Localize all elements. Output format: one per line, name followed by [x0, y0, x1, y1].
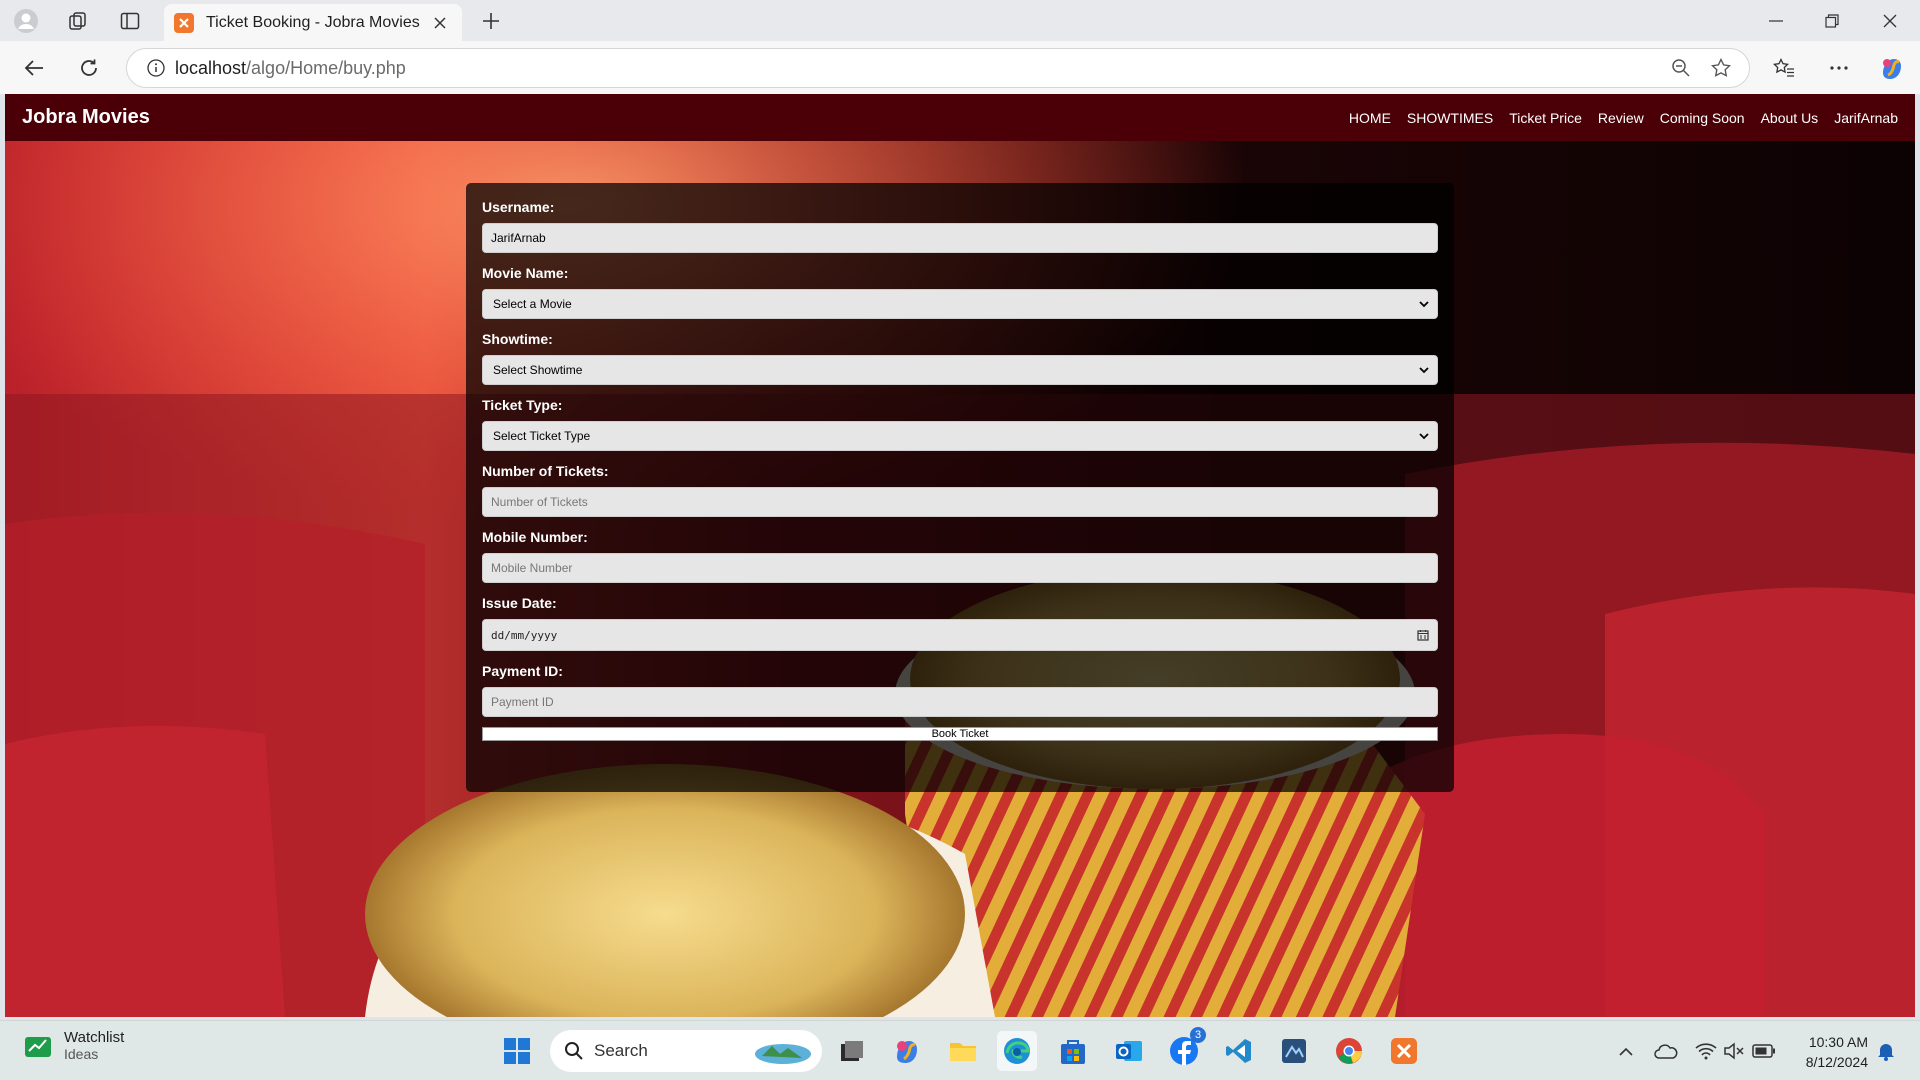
outlook-icon[interactable]	[1109, 1031, 1149, 1071]
number-of-tickets-label: Number of Tickets:	[482, 463, 609, 479]
search-highlight-image	[752, 1036, 814, 1066]
onedrive-icon[interactable]	[1652, 1037, 1680, 1065]
chrome-icon[interactable]	[1329, 1031, 1369, 1071]
nav-ticket-price[interactable]: Ticket Price	[1509, 110, 1582, 126]
showtime-label: Showtime:	[482, 331, 553, 347]
ticket-type-select-value: Select Ticket Type	[493, 429, 591, 443]
show-hidden-icons-chevron-icon[interactable]	[1612, 1037, 1640, 1065]
movie-select-value: Select a Movie	[493, 297, 572, 311]
issue-date-input[interactable]: dd/mm/yyyy	[482, 619, 1438, 651]
browser-tab-bar: Ticket Booking - Jobra Movies	[0, 0, 1920, 41]
taskbar: Watchlist Ideas Search 3 10:30 AM 8/12/2…	[0, 1020, 1920, 1080]
search-label: Search	[594, 1041, 648, 1060]
edge-browser-icon[interactable]	[997, 1031, 1037, 1071]
xampp-icon[interactable]	[1384, 1031, 1424, 1071]
facebook-icon[interactable]: 3	[1164, 1027, 1206, 1071]
url-path: /algo/Home/buy.php	[246, 57, 406, 78]
site-info-icon[interactable]	[147, 59, 165, 77]
taskbar-search[interactable]: Search	[550, 1030, 822, 1072]
close-window-icon[interactable]	[1862, 0, 1918, 41]
ticket-type-label: Ticket Type:	[482, 397, 563, 413]
vscode-icon[interactable]	[1219, 1031, 1259, 1071]
nav-home[interactable]: HOME	[1349, 110, 1391, 126]
url-text[interactable]: localhost/algo/Home/buy.php	[175, 58, 1671, 79]
nav-showtimes[interactable]: SHOWTIMES	[1407, 110, 1493, 126]
showtime-select[interactable]: Select Showtime	[482, 355, 1438, 385]
workspaces-icon[interactable]	[58, 6, 98, 36]
widget-subtitle: Ideas	[64, 1046, 99, 1062]
xampp-favicon-icon	[174, 12, 194, 33]
volume-muted-icon[interactable]	[1720, 1037, 1748, 1065]
ticket-type-select[interactable]: Select Ticket Type	[482, 421, 1438, 451]
favorites-icon[interactable]	[1766, 50, 1802, 86]
nav-user-account[interactable]: JarifArnab	[1834, 110, 1898, 126]
file-explorer-icon[interactable]	[943, 1031, 983, 1071]
movie-select[interactable]: Select a Movie	[482, 289, 1438, 319]
site-nav-links: HOME SHOWTIMES Ticket Price Review Comin…	[1349, 110, 1898, 126]
mobile-number-label: Mobile Number:	[482, 529, 588, 545]
number-of-tickets-input[interactable]: Number of Tickets	[482, 487, 1438, 517]
new-tab-icon[interactable]	[474, 6, 508, 36]
zoom-out-icon[interactable]	[1671, 58, 1691, 78]
back-icon[interactable]	[16, 50, 52, 86]
copilot-icon[interactable]	[1874, 50, 1910, 86]
database-app-icon[interactable]	[1274, 1031, 1314, 1071]
task-view-icon[interactable]	[832, 1031, 872, 1071]
issue-date-label: Issue Date:	[482, 595, 557, 611]
close-tab-icon[interactable]	[428, 11, 452, 35]
chevron-down-icon	[1419, 366, 1429, 374]
calendar-icon[interactable]	[1417, 629, 1429, 641]
browser-toolbar: localhost/algo/Home/buy.php	[0, 41, 1920, 94]
microsoft-store-icon[interactable]	[1053, 1031, 1093, 1071]
system-clock[interactable]: 10:30 AM 8/12/2024	[1780, 1032, 1868, 1072]
notifications-bell-icon[interactable]	[1872, 1037, 1900, 1065]
url-host: localhost	[175, 57, 247, 78]
chevron-down-icon	[1419, 432, 1429, 440]
brand-logo[interactable]: Jobra Movies	[22, 106, 150, 129]
address-bar[interactable]: localhost/algo/Home/buy.php	[126, 48, 1750, 88]
battery-icon[interactable]	[1750, 1037, 1778, 1065]
movie-name-label: Movie Name:	[482, 265, 569, 281]
clock-time: 10:30 AM	[1808, 1034, 1868, 1050]
book-ticket-button[interactable]: Book Ticket	[482, 727, 1438, 741]
copilot-taskbar-icon[interactable]	[887, 1031, 927, 1071]
minimize-icon[interactable]	[1748, 0, 1804, 41]
watchlist-widget[interactable]: Watchlist Ideas	[24, 1029, 124, 1062]
profile-icon[interactable]	[6, 6, 46, 36]
nav-coming-soon[interactable]: Coming Soon	[1660, 110, 1745, 126]
favorite-star-icon[interactable]	[1711, 58, 1731, 78]
issue-date-placeholder: dd/mm/yyyy	[491, 628, 558, 642]
mobile-number-input[interactable]: Mobile Number	[482, 553, 1438, 583]
restore-icon[interactable]	[1804, 0, 1860, 41]
refresh-icon[interactable]	[71, 50, 107, 86]
payment-id-label: Payment ID:	[482, 663, 563, 679]
clock-date: 8/12/2024	[1805, 1054, 1868, 1070]
vertical-tabs-icon[interactable]	[110, 6, 150, 36]
showtime-select-value: Select Showtime	[493, 363, 583, 377]
windows-start-icon[interactable]	[497, 1031, 537, 1071]
ticket-booking-form: Username: JarifArnab Movie Name: Select …	[466, 183, 1454, 792]
active-tab[interactable]: Ticket Booking - Jobra Movies	[164, 4, 462, 41]
nav-about-us[interactable]: About Us	[1761, 110, 1819, 126]
more-menu-icon[interactable]	[1821, 50, 1857, 86]
search-icon	[564, 1041, 584, 1061]
nav-review[interactable]: Review	[1598, 110, 1644, 126]
username-label: Username:	[482, 199, 555, 215]
chevron-down-icon	[1419, 300, 1429, 308]
username-field[interactable]: JarifArnab	[482, 223, 1438, 253]
stocks-widget-icon	[24, 1034, 52, 1058]
wifi-icon[interactable]	[1692, 1037, 1720, 1065]
payment-id-input[interactable]: Payment ID	[482, 687, 1438, 717]
web-page: Jobra Movies HOME SHOWTIMES Ticket Price…	[5, 94, 1915, 1017]
site-navbar: Jobra Movies HOME SHOWTIMES Ticket Price…	[5, 94, 1915, 141]
widget-title: Watchlist	[64, 1029, 125, 1046]
tab-title: Ticket Booking - Jobra Movies	[206, 13, 420, 31]
facebook-notification-badge: 3	[1190, 1027, 1206, 1043]
